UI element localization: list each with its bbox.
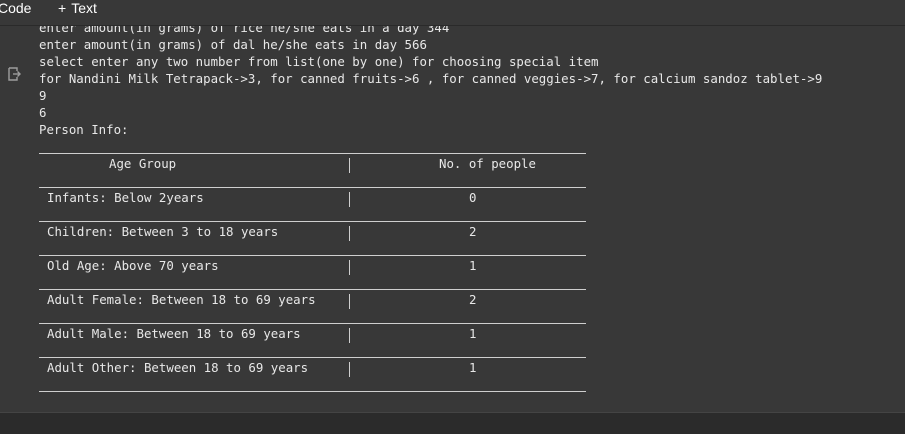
output-cell: enter amount(in grams) of rice he/she ea… (0, 26, 905, 412)
table-cell-count: 1 (469, 360, 477, 375)
table-cell-group: Adult Male: Between 18 to 69 years (47, 326, 301, 341)
table-cell-count: 1 (469, 258, 477, 273)
output-redirect-icon[interactable] (6, 66, 22, 82)
stdout-line: 9 (39, 88, 47, 103)
stdout-line: enter amount(in grams) of dal he/she eat… (39, 37, 427, 52)
plus-icon: + (58, 0, 67, 16)
column-separator (349, 328, 350, 343)
add-code-label: Code (0, 0, 32, 16)
bottom-bar (0, 412, 905, 434)
header-num-people: No. of people (439, 156, 536, 171)
table-rule (39, 153, 586, 154)
table-cell-count: 1 (469, 326, 477, 341)
table-rule (39, 255, 586, 256)
table-rule (39, 323, 586, 324)
column-separator (349, 158, 350, 173)
table-cell-count: 2 (469, 292, 477, 307)
table-cell-group: Adult Female: Between 18 to 69 years (47, 292, 316, 307)
column-separator (349, 260, 350, 275)
stdout-line: for Nandini Milk Tetrapack->3, for canne… (39, 71, 823, 86)
table-rule (39, 289, 586, 290)
stdout-line: Person Info: (39, 122, 129, 137)
cell-gutter (0, 26, 33, 412)
output-area: enter amount(in grams) of rice he/she ea… (33, 26, 905, 412)
table-rule (39, 221, 586, 222)
stdout-line: 6 (39, 105, 47, 120)
stdout-lines: enter amount(in grams) of rice he/she ea… (39, 26, 822, 138)
table-rule (39, 187, 586, 188)
add-code-button[interactable]: Code (0, 0, 31, 18)
add-text-button[interactable]: + Text (58, 0, 97, 18)
header-age-group: Age Group (109, 156, 177, 171)
table-cell-group: Adult Other: Between 18 to 69 years (47, 360, 309, 375)
table-rule (39, 391, 586, 392)
stdout-line: select enter any two number from list(on… (39, 54, 599, 69)
add-text-label: Text (71, 0, 97, 16)
table-rule (39, 357, 586, 358)
table-cell-count: 0 (469, 190, 477, 205)
table-cell-group: Old Age: Above 70 years (47, 258, 219, 273)
column-separator (349, 294, 350, 309)
column-separator (349, 226, 350, 241)
stdout-line: enter amount(in grams) of rice he/she ea… (39, 26, 450, 35)
table-cell-group: Children: Between 3 to 18 years (47, 224, 279, 239)
column-separator (349, 192, 350, 207)
table-cell-count: 2 (469, 224, 477, 239)
notebook-toolbar: Code + Text (0, 0, 905, 26)
table-cell-group: Infants: Below 2years (47, 190, 204, 205)
column-separator (349, 362, 350, 377)
